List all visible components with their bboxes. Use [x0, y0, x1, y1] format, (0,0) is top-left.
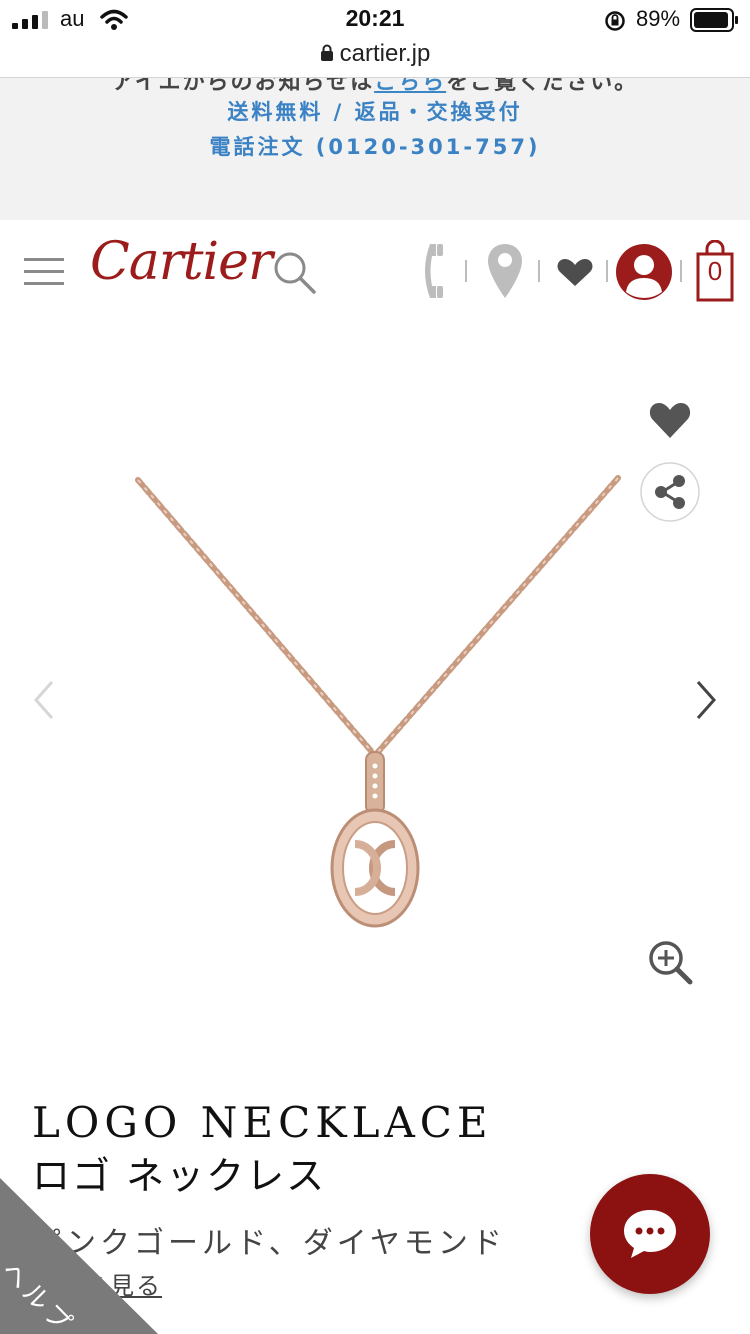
header-divider: [538, 260, 540, 282]
cartier-logo[interactable]: Cartier: [90, 232, 273, 292]
product-title-en: LOGO NECKLACE: [32, 1098, 493, 1147]
phone-icon[interactable]: [420, 242, 450, 300]
banner-shipping-link[interactable]: 送料無料 / 返品・交換受付: [0, 96, 750, 126]
address-bar[interactable]: cartier.jp: [0, 38, 750, 78]
chevron-left-icon[interactable]: [30, 678, 58, 722]
necklace-image: [135, 475, 621, 928]
info-banner: アイエからのお知らせはこちらをご覧ください。 送料無料 / 返品・交換受付 電話…: [0, 78, 750, 220]
user-icon[interactable]: [614, 242, 674, 302]
chat-bubble-icon: [624, 1210, 676, 1258]
url-display[interactable]: cartier.jp: [0, 40, 750, 68]
header-divider: [465, 260, 467, 282]
heart-icon[interactable]: [556, 258, 594, 288]
orientation-lock-icon: [605, 11, 625, 31]
chat-button[interactable]: [590, 1174, 710, 1294]
lock-icon: [320, 44, 333, 61]
header-divider: [680, 260, 682, 282]
site-header: Cartier 0: [0, 220, 750, 320]
zoom-in-icon[interactable]: [646, 938, 694, 986]
share-icon[interactable]: [640, 462, 700, 522]
shopping-bag-icon[interactable]: 0: [696, 240, 734, 302]
banner-notice-link[interactable]: こちら: [374, 78, 446, 95]
battery-percent: 89%: [636, 6, 681, 31]
banner-phone-order-link[interactable]: 電話注文 (0120-301-757): [0, 131, 750, 161]
hamburger-icon[interactable]: [24, 256, 64, 286]
page: au 20:21 89% cartier.jp アイエからのお知らせはこちらをご…: [0, 0, 750, 1334]
header-divider: [606, 260, 608, 282]
product-image-carousel[interactable]: [0, 320, 750, 1080]
status-bar: au 20:21 89%: [0, 0, 750, 40]
battery-icon: [690, 8, 738, 32]
heart-icon[interactable]: [648, 400, 692, 440]
location-pin-icon[interactable]: [486, 242, 524, 300]
banner-notice-line: アイエからのお知らせはこちらをご覧ください。: [0, 78, 750, 96]
chevron-right-icon[interactable]: [692, 678, 720, 722]
url-text: cartier.jp: [339, 40, 431, 67]
cart-count: 0: [707, 256, 723, 286]
banner-notice-text-end: をご覧ください。: [446, 78, 639, 95]
banner-notice-text: アイエからのお知らせは: [111, 78, 375, 95]
search-icon[interactable]: [272, 250, 318, 296]
